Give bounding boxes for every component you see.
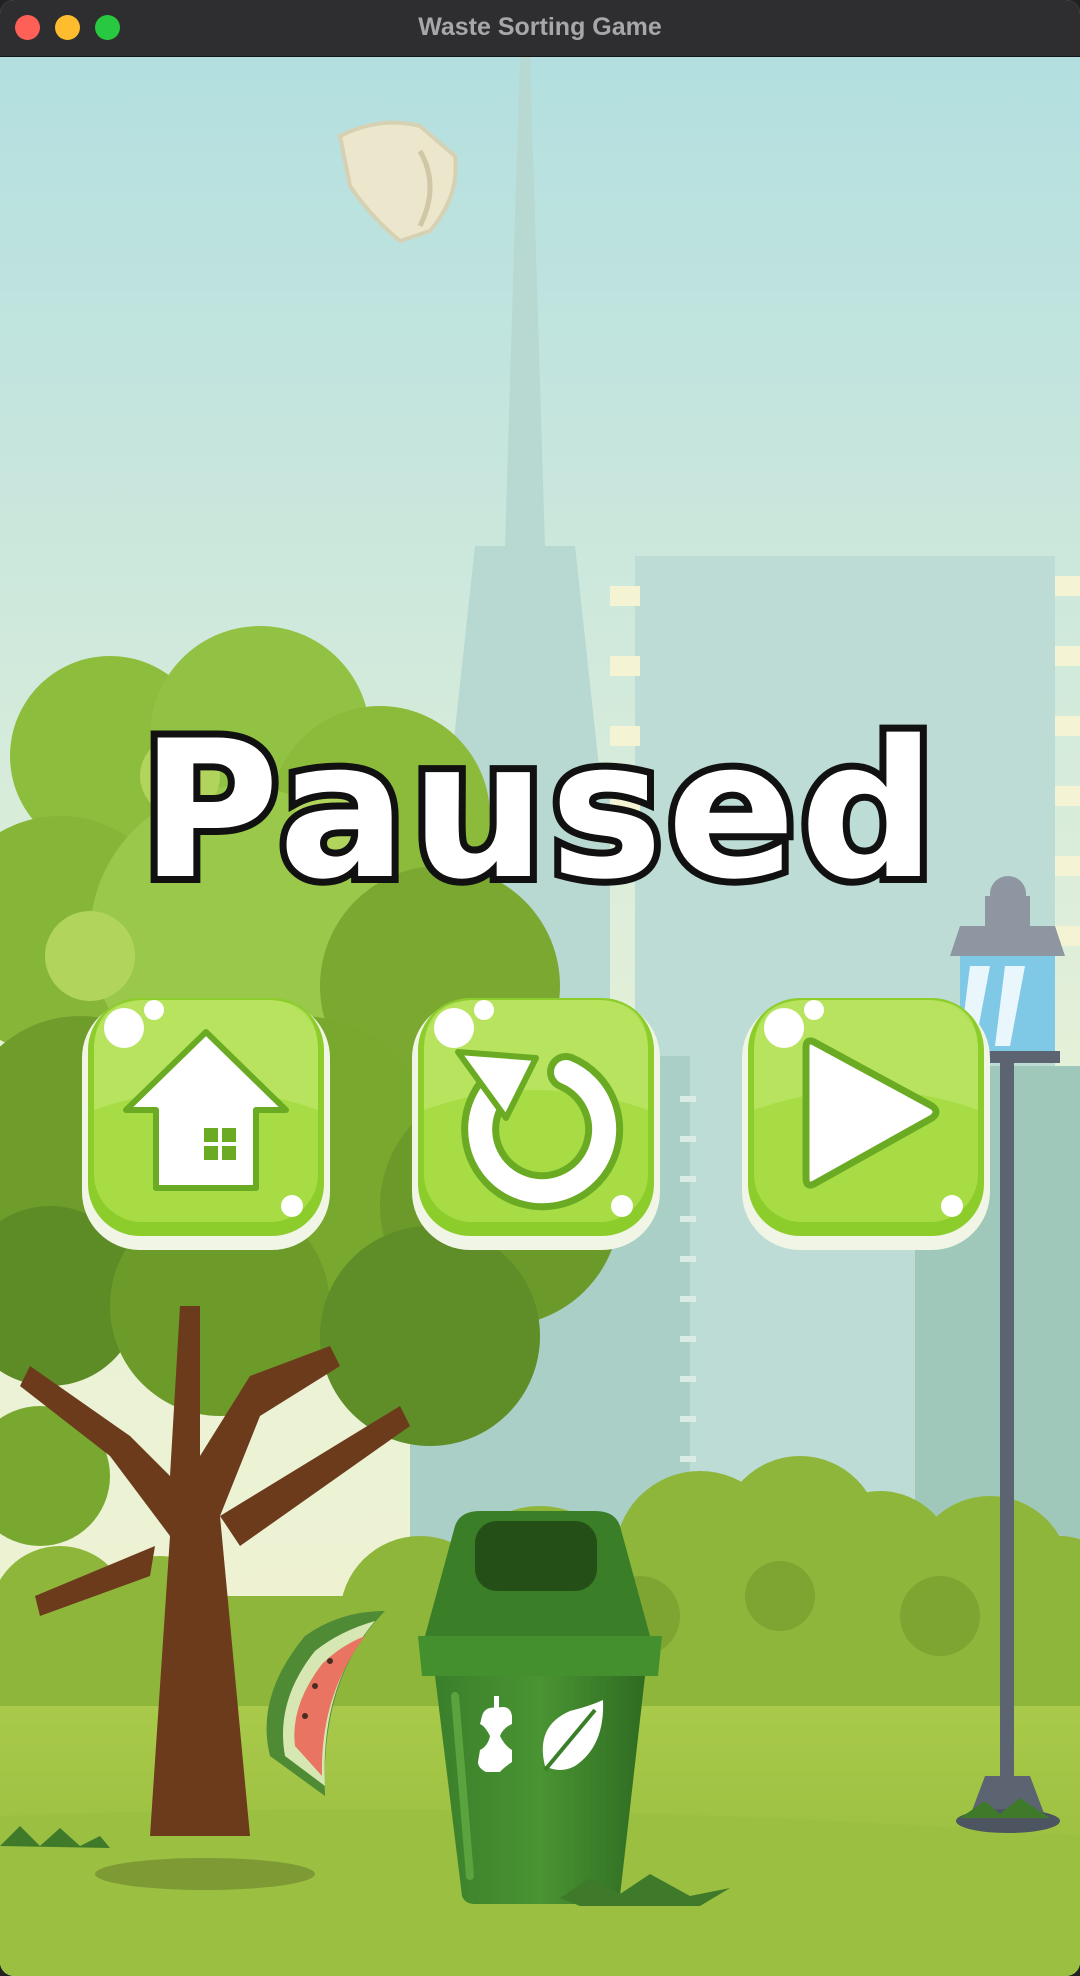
title-bar: Waste Sorting Game bbox=[0, 0, 1080, 57]
game-window: Waste Sorting Game Paused bbox=[0, 0, 1080, 1976]
paused-title: Paused bbox=[133, 693, 943, 928]
restart-button[interactable] bbox=[406, 990, 666, 1258]
window-title: Waste Sorting Game bbox=[418, 13, 662, 41]
resume-button[interactable] bbox=[736, 990, 996, 1258]
home-button[interactable] bbox=[76, 990, 336, 1258]
